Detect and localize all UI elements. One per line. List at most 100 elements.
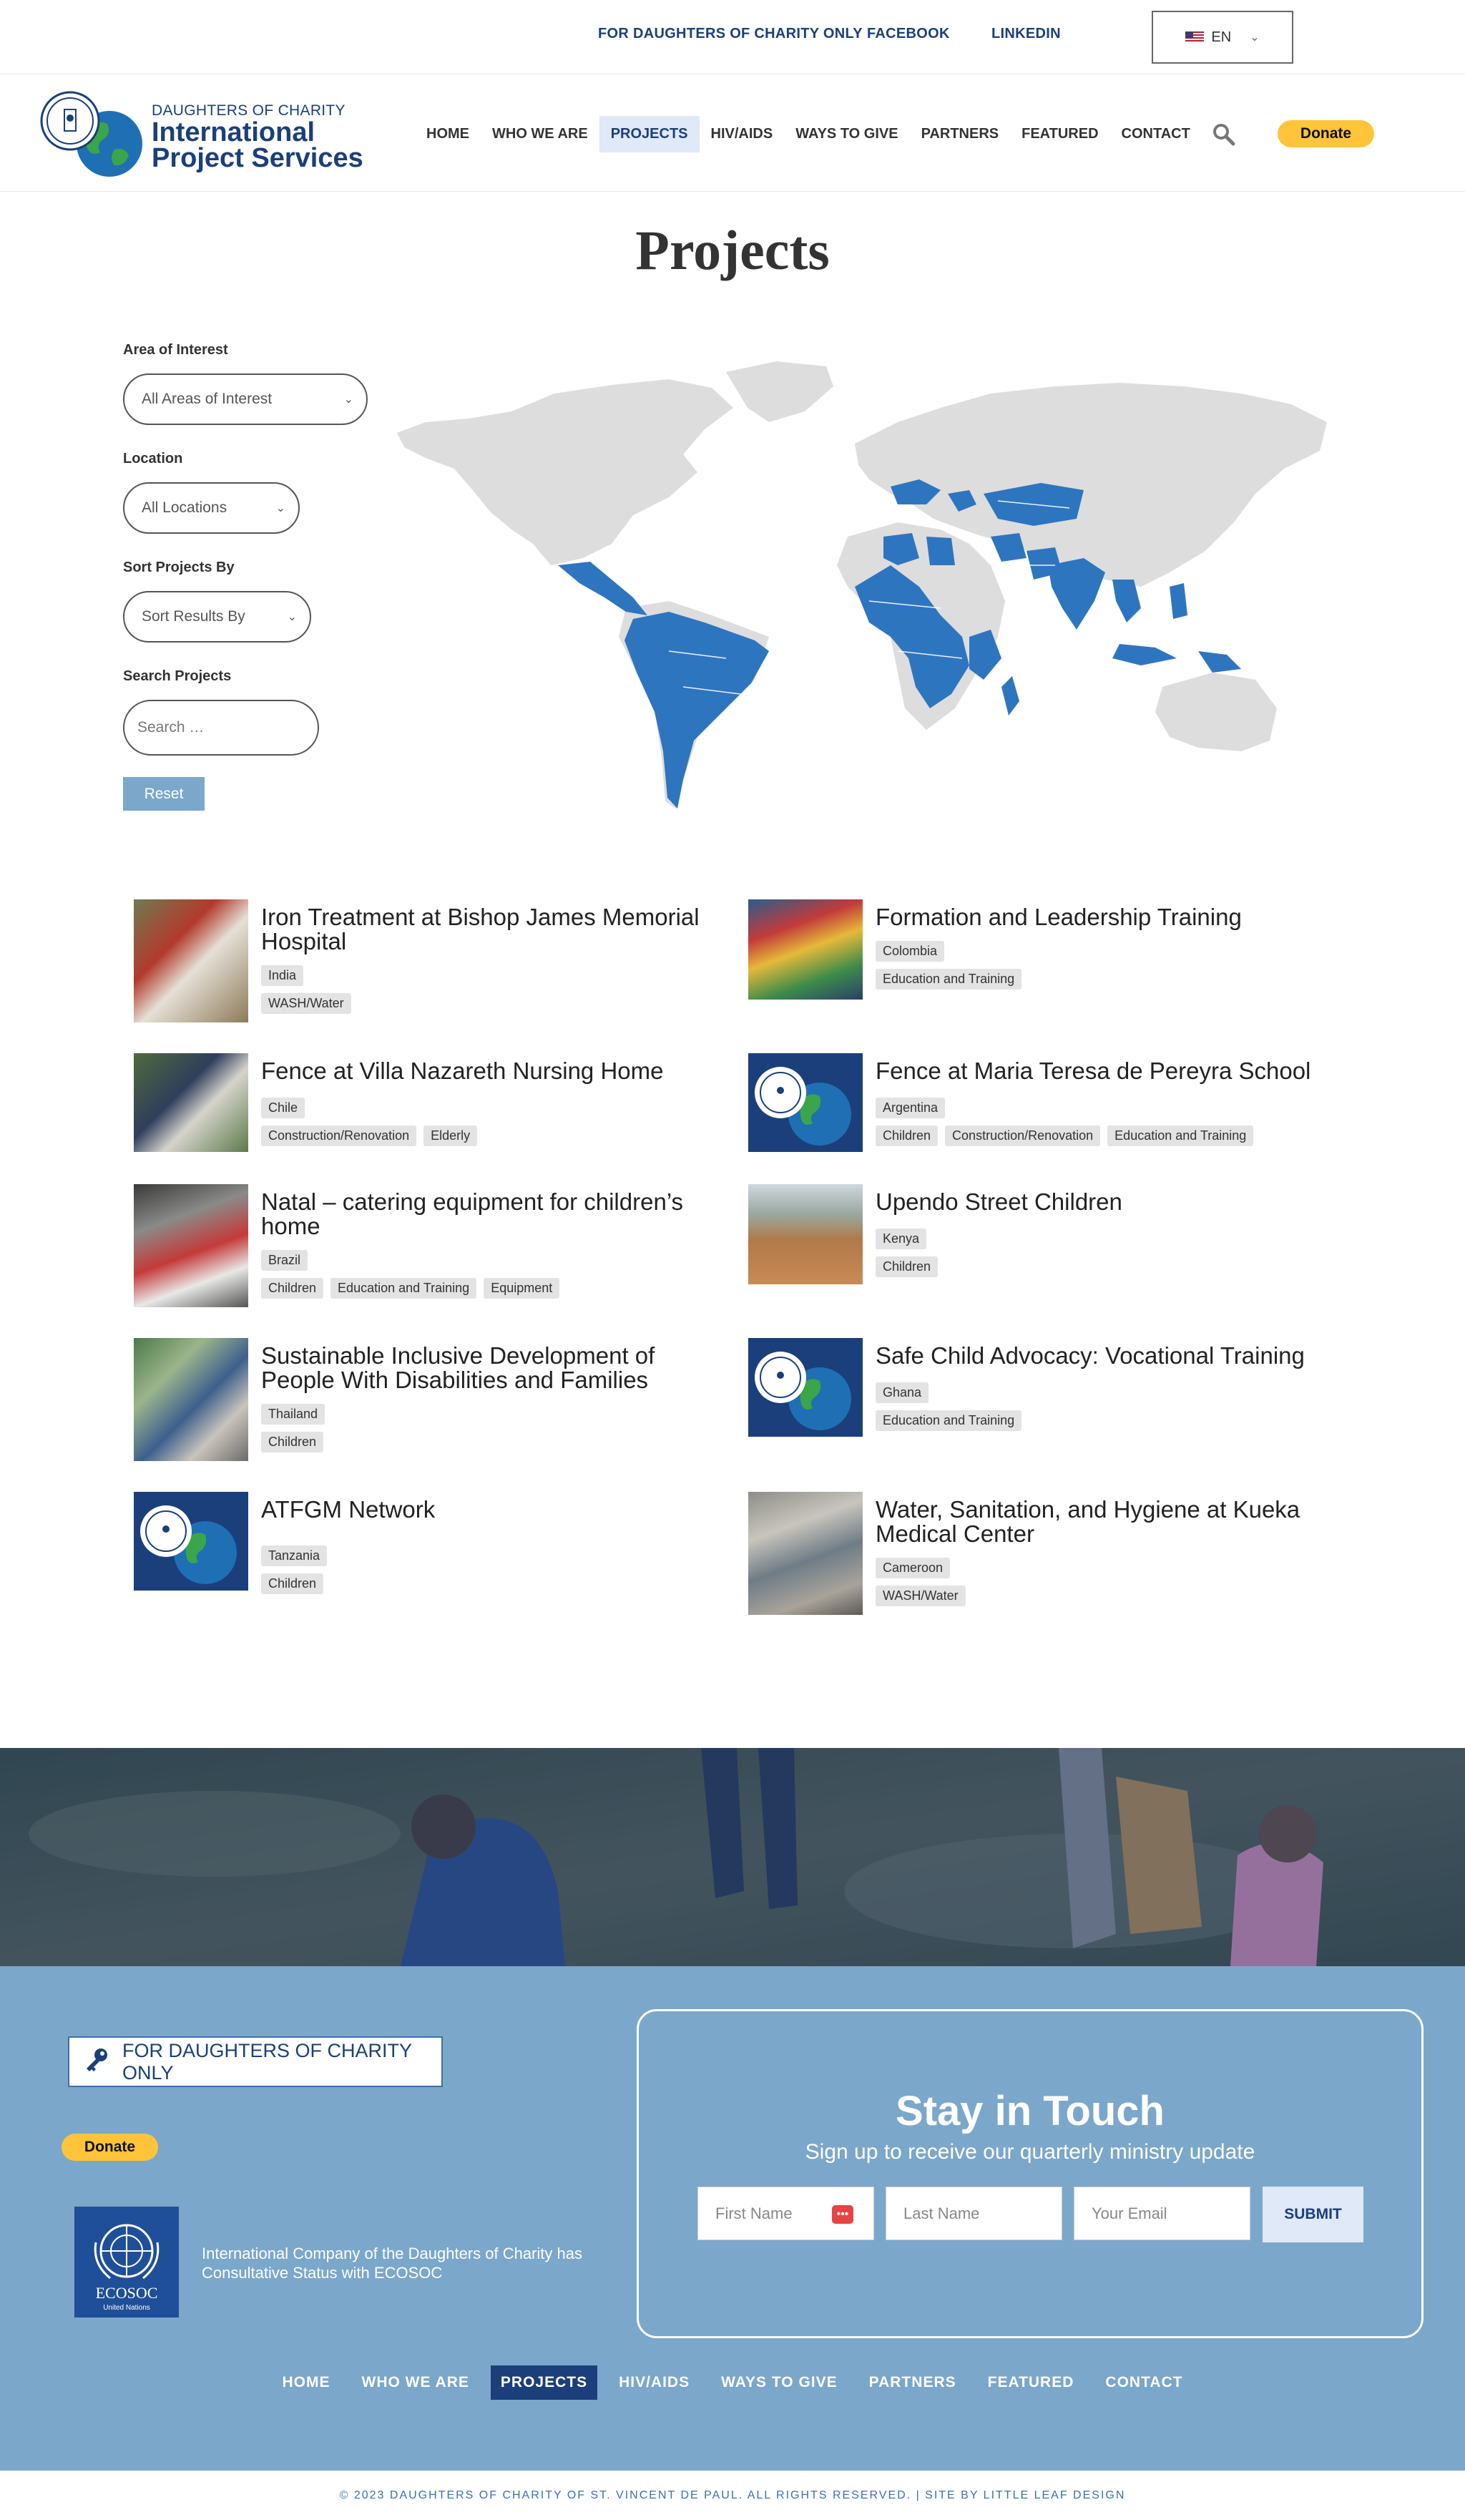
donate-button[interactable]: Donate [1278, 120, 1374, 147]
logo-line-2: Project Services [152, 143, 363, 173]
footer-nav-contact[interactable]: CONTACT [1095, 2365, 1192, 2400]
footer-nav-hiv-aids[interactable]: HIV/AIDS [609, 2365, 700, 2400]
submit-button[interactable]: SUBMIT [1263, 2187, 1363, 2242]
project-title[interactable]: Iron Treatment at Bishop James Memorial … [261, 905, 719, 954]
area-select[interactable]: All Areas of Interest ⌄ [123, 373, 368, 425]
location-tag[interactable]: Tanzania [261, 1545, 328, 1566]
search-input[interactable]: Search … [123, 700, 319, 756]
project-thumbnail[interactable] [748, 1184, 863, 1284]
project-title[interactable]: Formation and Leadership Training [876, 905, 1333, 929]
project-thumbnail[interactable] [748, 1492, 863, 1615]
nav-projects[interactable]: PROJECTS [599, 116, 700, 152]
footer-nav-ways-to-give[interactable]: WAYS TO GIVE [711, 2365, 848, 2400]
project-thumbnail[interactable] [748, 899, 863, 1000]
category-tag[interactable]: WASH/Water [876, 1586, 966, 1606]
location-tag[interactable]: Argentina [876, 1098, 946, 1118]
email-field[interactable]: Your Email [1074, 2187, 1250, 2240]
copyright: © 2023 DAUGHTERS OF CHARITY OF ST. VINCE… [0, 2471, 1465, 2520]
project-thumbnail[interactable] [134, 1492, 248, 1591]
project-title[interactable]: Water, Sanitation, and Hygiene at Kueka … [876, 1498, 1333, 1546]
location-tag[interactable]: Ghana [876, 1382, 929, 1403]
category-tag[interactable]: Construction/Renovation [261, 1125, 417, 1146]
key-icon [84, 2046, 109, 2077]
facebook-link[interactable]: FACEBOOK [867, 26, 950, 42]
footer-nav-partners[interactable]: PARTNERS [859, 2365, 966, 2400]
category-tag[interactable]: Construction/Renovation [945, 1125, 1101, 1146]
language-label: EN [1211, 29, 1232, 45]
chevron-down-icon: ⌄ [287, 611, 297, 623]
footer-nav-featured[interactable]: FEATURED [978, 2365, 1084, 2400]
autofill-icon[interactable]: ••• [832, 2205, 853, 2224]
project-thumbnail[interactable] [748, 1053, 863, 1152]
last-name-field[interactable]: Last Name [886, 2187, 1062, 2240]
location-tag[interactable]: Colombia [876, 941, 945, 962]
ecosoc-logo-text: ECOSOC [96, 2284, 158, 2302]
location-select[interactable]: All Locations ⌄ [123, 482, 300, 534]
search-icon[interactable] [1212, 122, 1236, 147]
category-tag[interactable]: Education and Training [330, 1278, 477, 1299]
logo-line-1: International [152, 117, 315, 147]
nav-contact[interactable]: CONTACT [1110, 116, 1202, 152]
location-tag[interactable]: Brazil [261, 1250, 308, 1271]
chevron-down-icon: ⌄ [343, 394, 353, 406]
nav-home[interactable]: HOME [415, 116, 481, 152]
footer-nav-home[interactable]: HOME [273, 2365, 340, 2400]
language-selector[interactable]: EN ⌄ [1152, 11, 1293, 64]
reset-button[interactable]: Reset [123, 777, 205, 811]
location-tag[interactable]: Chile [261, 1098, 305, 1118]
project-title[interactable]: Sustainable Inclusive Development of Peo… [261, 1344, 719, 1392]
location-label: Location [123, 451, 183, 467]
project-title[interactable]: Fence at Maria Teresa de Pereyra School [876, 1059, 1333, 1083]
nav-partners[interactable]: PARTNERS [910, 116, 1011, 152]
nav-hiv-aids[interactable]: HIV/AIDS [700, 116, 785, 152]
category-tag[interactable]: Children [876, 1256, 939, 1277]
category-tag[interactable]: Education and Training [876, 969, 1022, 990]
project-title[interactable]: Upendo Street Children [876, 1190, 1333, 1214]
newsletter-box: Stay in Touch Sign up to receive our qua… [637, 2009, 1424, 2338]
category-tag[interactable]: Equipment [484, 1278, 560, 1299]
project-thumbnail[interactable] [748, 1338, 863, 1437]
project-thumbnail[interactable] [134, 1338, 248, 1461]
category-tag[interactable]: Elderly [423, 1125, 478, 1146]
first-name-field[interactable]: First Name ••• [697, 2187, 874, 2240]
category-tag[interactable]: Education and Training [1107, 1125, 1254, 1146]
search-label: Search Projects [123, 668, 232, 684]
project-title[interactable]: Safe Child Advocacy: Vocational Training [876, 1344, 1333, 1368]
daughters-only-button[interactable]: FOR DAUGHTERS OF CHARITY ONLY [68, 2036, 443, 2087]
world-map[interactable] [397, 351, 1334, 816]
project-title[interactable]: Fence at Villa Nazareth Nursing Home [261, 1059, 719, 1083]
sort-select-value: Sort Results By [142, 608, 245, 625]
project-title[interactable]: Natal – catering equipment for children’… [261, 1190, 719, 1239]
site-logo[interactable] [40, 84, 147, 184]
category-tag[interactable]: Children [261, 1573, 324, 1594]
project-thumbnail[interactable] [134, 1184, 248, 1307]
project-thumbnail[interactable] [134, 1053, 248, 1152]
category-tag[interactable]: Children [261, 1278, 324, 1299]
sort-select[interactable]: Sort Results By ⌄ [123, 591, 311, 643]
nav-who-we-are[interactable]: WHO WE ARE [481, 116, 599, 152]
footer-donate-button[interactable]: Donate [62, 2134, 158, 2161]
footer-nav-projects[interactable]: PROJECTS [490, 2365, 598, 2400]
location-tag[interactable]: Kenya [876, 1229, 927, 1249]
footer-nav: HOME WHO WE ARE PROJECTS HIV/AIDS WAYS T… [0, 2365, 1465, 2400]
nav-featured[interactable]: FEATURED [1010, 116, 1109, 152]
location-tag[interactable]: Cameroon [876, 1558, 951, 1578]
area-select-value: All Areas of Interest [142, 391, 273, 407]
category-tag[interactable]: Children [261, 1432, 324, 1452]
project-title[interactable]: ATFGM Network [261, 1498, 719, 1522]
site-header: DAUGHTERS OF CHARITY International Proje… [0, 75, 1465, 192]
category-tag[interactable]: Education and Training [876, 1410, 1022, 1431]
linkedin-link[interactable]: LINKEDIN [991, 26, 1061, 42]
location-tag[interactable]: India [261, 965, 304, 986]
location-tag[interactable]: Thailand [261, 1404, 325, 1425]
logo-wordmark[interactable]: DAUGHTERS OF CHARITY International Proje… [152, 102, 363, 173]
category-tag[interactable]: Children [876, 1125, 939, 1146]
newsletter-subtitle: Sign up to receive our quarterly ministr… [805, 2140, 1255, 2164]
footer-nav-who-we-are[interactable]: WHO WE ARE [352, 2365, 479, 2400]
main-nav: HOME WHO WE ARE PROJECTS HIV/AIDS WAYS T… [415, 116, 1236, 152]
nav-ways-to-give[interactable]: WAYS TO GIVE [784, 116, 909, 152]
daughters-only-label: FOR DAUGHTERS OF CHARITY ONLY [122, 2039, 412, 2084]
category-tag[interactable]: WASH/Water [261, 993, 351, 1014]
project-thumbnail[interactable] [134, 899, 248, 1022]
daughters-only-link[interactable]: FOR DAUGHTERS OF CHARITY ONLY [598, 26, 863, 42]
